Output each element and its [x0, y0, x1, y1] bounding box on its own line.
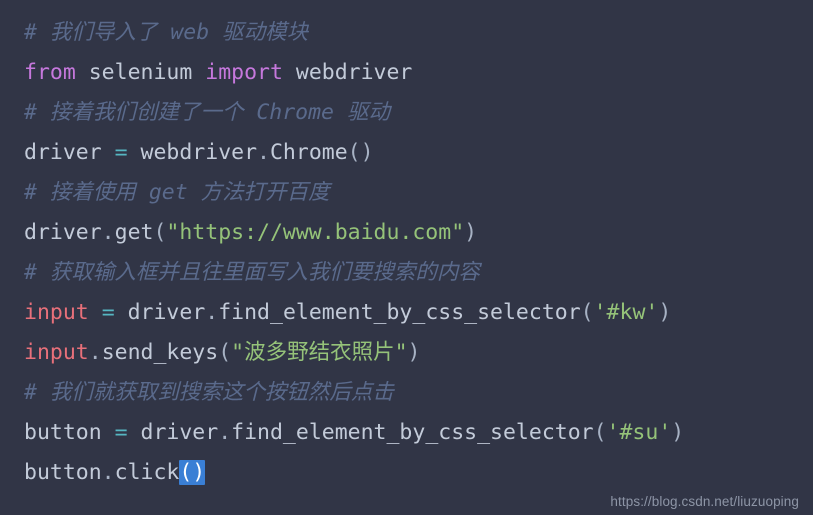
code-token: (	[218, 340, 232, 365]
code-token: driver	[24, 220, 102, 245]
code-token: =	[114, 420, 128, 445]
code-token: "https://www.baidu.com"	[166, 220, 465, 245]
code-token: .	[88, 340, 102, 365]
code-token: .	[101, 460, 115, 485]
code-token: (	[593, 420, 607, 445]
selected-text: ()	[179, 460, 206, 485]
code-comment-line[interactable]: # 接着我们创建了一个 Chrome 驱动	[0, 93, 813, 133]
code-token: from	[24, 60, 76, 85]
code-token: =	[101, 300, 115, 325]
code-token: .	[205, 300, 219, 325]
code-token: )	[464, 220, 478, 245]
code-token: driver	[140, 420, 219, 445]
code-token: find_element_by_css_selector	[231, 420, 594, 445]
code-token: ()	[347, 140, 374, 165]
code-token: find_element_by_css_selector	[218, 300, 581, 325]
code-comment-line[interactable]: # 接着使用 get 方法打开百度	[0, 173, 813, 213]
watermark-url: https://blog.csdn.net/liuzuoping	[610, 494, 799, 509]
code-token: '#kw'	[593, 300, 659, 325]
code-line[interactable]: button = driver.find_element_by_css_sele…	[0, 413, 813, 453]
code-token: .	[101, 220, 115, 245]
code-token: # 接着我们创建了一个 Chrome 驱动	[24, 100, 390, 125]
code-token: # 接着使用 get 方法打开百度	[24, 180, 330, 205]
code-lines-container[interactable]: # 我们导入了 web 驱动模块 from selenium import web…	[0, 13, 813, 493]
code-token: get	[114, 220, 154, 245]
code-token: )	[407, 340, 421, 365]
code-token: driver	[24, 140, 102, 165]
code-line[interactable]: input = driver.find_element_by_css_selec…	[0, 293, 813, 333]
code-token: .	[218, 420, 232, 445]
code-editor-pane: # 我们导入了 web 驱动模块 from selenium import web…	[0, 0, 813, 515]
code-token: (	[153, 220, 167, 245]
code-line[interactable]: input.send_keys("波多野结衣照片")	[0, 333, 813, 373]
code-token: webdriver	[295, 60, 413, 85]
code-token: )	[658, 300, 672, 325]
code-token: )	[671, 420, 685, 445]
code-token: input	[24, 300, 89, 325]
code-token: "波多野结衣照片"	[231, 340, 408, 365]
code-comment-line[interactable]: # 我们就获取到搜索这个按钮然后点击	[0, 373, 813, 413]
code-line[interactable]: button.click()	[0, 453, 813, 493]
code-token: driver	[127, 300, 206, 325]
code-token: input	[24, 340, 89, 365]
code-token: webdriver	[140, 140, 258, 165]
code-token: (	[580, 300, 594, 325]
code-token: '#su'	[606, 420, 672, 445]
code-token: button	[24, 460, 102, 485]
code-token: # 我们就获取到搜索这个按钮然后点击	[24, 380, 394, 405]
code-token: selenium	[88, 60, 193, 85]
code-line[interactable]: driver = webdriver.Chrome()	[0, 133, 813, 173]
code-line[interactable]: from selenium import webdriver	[0, 53, 813, 93]
code-token: =	[114, 140, 128, 165]
code-comment-line[interactable]: # 我们导入了 web 驱动模块	[0, 13, 813, 53]
code-comment-line[interactable]: # 获取输入框并且往里面写入我们要搜索的内容	[0, 253, 813, 293]
code-token: Chrome	[269, 140, 348, 165]
code-token: button	[24, 420, 102, 445]
code-token: import	[205, 60, 283, 85]
code-token: click	[114, 460, 180, 485]
code-token: send_keys	[101, 340, 219, 365]
code-token: # 我们导入了 web 驱动模块	[24, 20, 309, 45]
code-line[interactable]: driver.get("https://www.baidu.com")	[0, 213, 813, 253]
code-token: # 获取输入框并且往里面写入我们要搜索的内容	[24, 260, 480, 285]
code-token: .	[257, 140, 270, 165]
